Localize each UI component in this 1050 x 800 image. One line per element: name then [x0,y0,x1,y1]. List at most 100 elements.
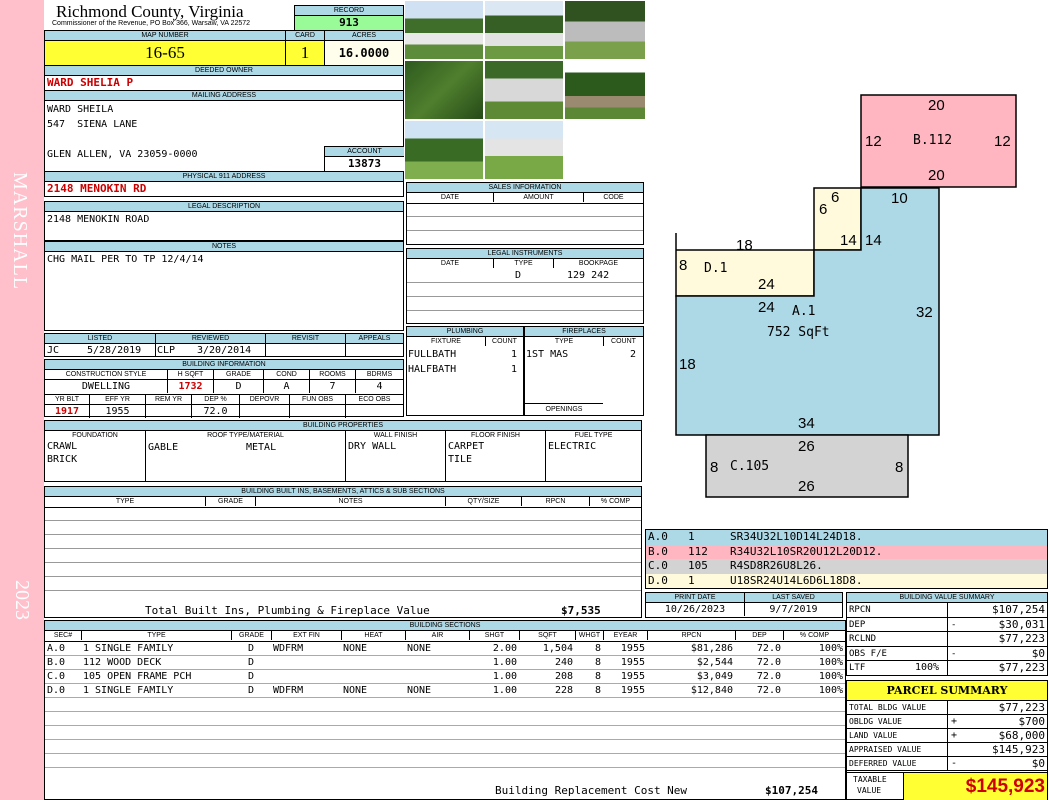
photo-house-front-1 [404,0,484,60]
parcel-value: $68,000 [947,729,1045,743]
section-cell: 100% [818,643,843,654]
vector-row: A.0 1 SR34U32L10D14L24D18. [646,530,1047,545]
section-column-header: TYPE [81,631,231,640]
vector-section: A.0 [648,530,668,543]
appeals-label: APPEALS [345,334,403,344]
county-header: Richmond County, Virginia Commissioner o… [44,0,294,30]
dimension: 18 [736,237,753,254]
section-cell: D [247,657,255,668]
section-cell [405,670,469,683]
deeded-owner-label: DEEDED OWNER [45,66,403,76]
fireplace-count: 2 [630,349,637,360]
building-info-value: A [263,380,309,393]
sketch-label-a: A.1 [792,304,816,319]
parcel-summary-row: LAND VALUE + $68,000 [847,729,1047,743]
building-sections-label: BUILDING SECTIONS [45,621,845,631]
section-cell [341,670,405,683]
builtin-qty-header: QTY/SIZE [445,497,521,506]
vector-row: B.0 112 R34U32L10SR20U12L20D12. [646,544,1047,559]
roof-type: GABLE [148,442,179,453]
property-photos [404,0,646,182]
photo-yard [404,120,484,180]
section-cell: 72.0 [756,685,781,696]
value-summary-value: $107,254 [947,603,1045,617]
building-info-header: ROOMS [309,370,355,380]
wall-finish-header: WALL FINISH [346,431,445,440]
dimension: 12 [994,133,1011,150]
floor-finish-header: FLOOR FINISH [446,431,545,440]
photo-house-front-2 [484,0,564,60]
reviewed-by: CLP [157,345,176,356]
value-summary-value: $77,223 [947,661,1045,675]
section-row [45,726,845,740]
card-label: CARD [286,31,324,41]
building-info-header: YR BLT [45,394,89,405]
building-info-value [239,405,289,418]
section-cell: WDFRM [273,685,304,696]
listed-date: 5/28/2019 [87,345,142,356]
builtins-total: $7,535 [561,604,601,617]
physical-address-box: PHYSICAL 911 ADDRESS 2148 MENOKIN RD [44,171,404,197]
mailing-line-3: GLEN ALLEN, VA 23059-0000 [47,149,198,160]
section-cell: 100% [818,657,843,668]
section-cell: 2.00 [492,643,517,654]
parcel-summary-row: DEFERRED VALUE - $0 [847,757,1047,771]
dimension: 12 [865,133,882,150]
acres-box: ACRES 16.0000 [324,30,404,66]
account-box: ACCOUNT 13873 [324,146,405,172]
section-cell: NONE [343,685,368,696]
dimension: 26 [798,478,815,495]
building-info-header: EFF YR [89,394,145,405]
building-info-value [289,405,345,418]
vector-section: C.0 [648,559,668,572]
notes-text: CHG MAIL PER TO TP 12/4/14 [47,254,204,265]
acres-label: ACRES [325,31,403,41]
parcel-key: APPRAISED VALUE [849,745,922,754]
account-number: 13873 [347,157,382,170]
last-saved-date: 9/7/2019 [744,603,842,616]
sales-amount-header: AMOUNT [493,193,583,202]
mailing-address-box: MAILING ADDRESS WARD SHEILA 547 SIENA LA… [44,90,405,172]
section-row: C.0 105 OPEN FRAME PCH D 1.00 208 8 1955 $3,049… [45,670,845,684]
dimension: 8 [895,459,904,476]
value-summary-key: RPCN [849,605,871,615]
dimension: 14 [865,232,882,249]
wall-finish: DRY WALL [348,441,397,452]
sketch-label-b: B.112 [913,133,953,148]
sketch-label-c: C.105 [730,459,770,474]
section-column-header: SHGT [469,631,519,640]
section-cell: $2,544 [696,657,733,668]
year-label: 2023 [11,580,33,620]
section-row [45,754,845,768]
sketch-label-d: D.1 [704,261,728,276]
section-column-header: GRADE [231,631,271,640]
parcel-key: LAND VALUE [849,731,898,740]
section-cell [271,670,341,683]
vector-number: 1 [688,530,695,543]
acres-value: 16.0000 [325,41,403,65]
fuel-type-header: FUEL TYPE [546,431,641,440]
section-cell: 208 [554,671,573,682]
instrument-type-header: TYPE [493,259,553,268]
floor-finish-2: TILE [448,454,473,465]
photo-house-side [564,0,646,60]
revisit-label: REVISIT [265,334,345,344]
replacement-cost-label: Building Replacement Cost New [495,784,688,797]
notes-label: NOTES [45,242,403,252]
dimension: 34 [798,415,815,432]
section-row [45,712,845,726]
building-info-value: 72.0 [191,405,239,418]
vector-number: 112 [688,544,708,558]
building-info-header: GRADE [213,370,263,380]
building-info-header: REM YR [145,394,191,405]
notes-box: NOTES CHG MAIL PER TO TP 12/4/14 [44,241,404,331]
fixture-name: FULLBATH [408,349,457,360]
dimension: 10 [891,190,908,207]
parcel-key: OBLDG VALUE [849,717,902,726]
value-summary-key: RCLND [849,634,877,644]
section-cell: D [247,685,255,696]
builtin-grade-header: GRADE [205,497,255,506]
taxable-value: $145,923 [903,773,1047,800]
plumbing-label: PLUMBING [407,327,523,337]
value-summary-percent: 100% [915,662,940,673]
